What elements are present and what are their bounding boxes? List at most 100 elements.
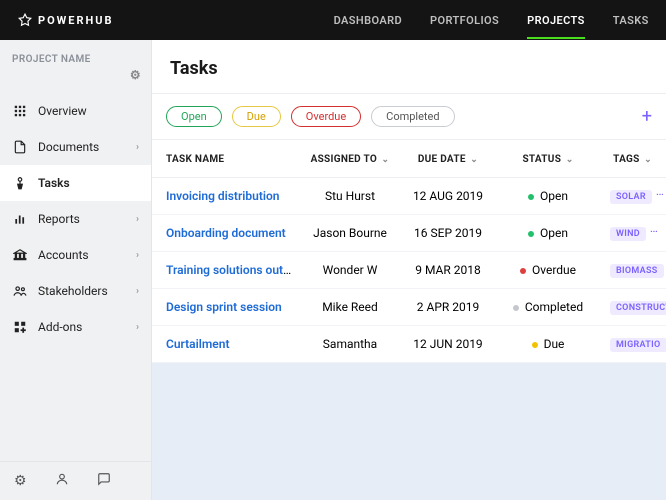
cell-status: Open xyxy=(498,215,598,252)
filter-overdue[interactable]: Overdue xyxy=(291,106,361,127)
topnav-portfolios[interactable]: PORTFOLIOS xyxy=(430,2,499,39)
sidebar-item-label: Tasks xyxy=(38,176,70,190)
tag-badge: MIGRATIO xyxy=(610,338,666,352)
task-link[interactable]: Onboarding document xyxy=(166,226,286,240)
cell-tags: CONSTRUCT xyxy=(598,289,666,326)
top-nav: DASHBOARD PORTFOLIOS PROJECTS TASKS xyxy=(114,2,649,39)
bank-icon xyxy=(12,247,28,263)
tag-badge: CONSTRUCT xyxy=(610,301,666,315)
topbar: POWERHUB DASHBOARD PORTFOLIOS PROJECTS T… xyxy=(0,0,666,40)
col-status[interactable]: STATUS ⌄ xyxy=(498,140,598,178)
sidebar-item-reports[interactable]: Reports › xyxy=(0,201,151,237)
document-icon xyxy=(12,139,28,155)
add-task-button[interactable]: + xyxy=(642,108,652,126)
sidebar-item-label: Overview xyxy=(38,104,87,118)
brand-text: POWERHUB xyxy=(38,14,114,27)
chevron-down-icon: ⌄ xyxy=(379,155,389,165)
chat-icon[interactable] xyxy=(97,472,111,490)
table-row[interactable]: Design sprint session Mike Reed2 APR 2019… xyxy=(152,289,666,326)
task-link[interactable]: Training solutions outsou… xyxy=(166,263,302,277)
sidebar-item-accounts[interactable]: Accounts › xyxy=(0,237,151,273)
sidebar: PROJECT NAME ⚙ Overview Documents › Task… xyxy=(0,40,152,500)
cell-assigned: Mike Reed xyxy=(302,289,398,326)
status-dot xyxy=(528,194,534,200)
sidebar-footer: ⚙ xyxy=(0,461,151,500)
task-link[interactable]: Design sprint session xyxy=(166,300,282,314)
topnav-projects[interactable]: PROJECTS xyxy=(527,2,585,39)
col-assigned[interactable]: ASSIGNED TO ⌄ xyxy=(302,140,398,178)
status-dot xyxy=(520,268,526,274)
pin-icon xyxy=(12,175,28,191)
status-dot xyxy=(528,231,534,237)
cell-due: 16 SEP 2019 xyxy=(398,215,498,252)
logo-icon xyxy=(18,13,32,27)
cell-task-name: Curtailment xyxy=(152,326,302,363)
addons-icon xyxy=(12,319,28,335)
filter-completed[interactable]: Completed xyxy=(371,106,454,127)
sidebar-nav: Overview Documents › Tasks Reports › Acc… xyxy=(0,93,151,345)
topnav-dashboard[interactable]: DASHBOARD xyxy=(334,2,402,39)
chevron-right-icon: › xyxy=(136,322,139,333)
table-wrap: TASK NAME ASSIGNED TO ⌄ DUE DATE ⌄ STATU… xyxy=(152,140,666,500)
sidebar-item-overview[interactable]: Overview xyxy=(0,93,151,129)
chevron-right-icon: › xyxy=(136,286,139,297)
gear-icon[interactable]: ⚙ xyxy=(130,68,141,82)
grid-icon xyxy=(12,103,28,119)
user-icon[interactable] xyxy=(55,472,69,490)
col-task-name[interactable]: TASK NAME xyxy=(152,140,302,178)
cell-status: Completed xyxy=(498,289,598,326)
cell-due: 2 APR 2019 xyxy=(398,289,498,326)
page-title: Tasks xyxy=(152,40,666,94)
table-row[interactable]: Onboarding document Jason Bourne16 SEP 20… xyxy=(152,215,666,252)
sidebar-item-label: Documents xyxy=(38,140,99,154)
chart-icon xyxy=(12,211,28,227)
content: Tasks Open Due Overdue Completed + TASK … xyxy=(152,40,666,500)
tasks-table: TASK NAME ASSIGNED TO ⌄ DUE DATE ⌄ STATU… xyxy=(152,140,666,363)
settings-icon[interactable]: ⚙ xyxy=(14,473,27,489)
cell-status: Open xyxy=(498,178,598,215)
sidebar-item-label: Add-ons xyxy=(38,320,82,334)
sidebar-item-label: Stakeholders xyxy=(38,284,108,298)
sidebar-item-stakeholders[interactable]: Stakeholders › xyxy=(0,273,151,309)
filter-due[interactable]: Due xyxy=(232,106,281,127)
tag-badge: BIOMASS xyxy=(610,264,664,278)
chevron-right-icon: › xyxy=(136,142,139,153)
task-link[interactable]: Invoicing distribution xyxy=(166,189,279,203)
tag-badge: SOLAR xyxy=(610,190,652,204)
filter-open[interactable]: Open xyxy=(166,106,222,127)
chevron-right-icon: › xyxy=(136,214,139,225)
sidebar-item-tasks[interactable]: Tasks xyxy=(0,165,151,201)
cell-assigned: Stu Hurst xyxy=(302,178,398,215)
tag-badge: WIND xyxy=(610,227,646,241)
cell-assigned: Jason Bourne xyxy=(302,215,398,252)
col-due[interactable]: DUE DATE ⌄ xyxy=(398,140,498,178)
brand-logo: POWERHUB xyxy=(18,13,114,27)
col-tags[interactable]: TAGS ⌄ xyxy=(598,140,666,178)
cell-due: 9 MAR 2018 xyxy=(398,252,498,289)
people-icon xyxy=(12,283,28,299)
status-dot xyxy=(532,342,538,348)
topnav-tasks[interactable]: TASKS xyxy=(613,2,649,39)
chevron-down-icon: ⌄ xyxy=(468,155,478,165)
sidebar-item-addons[interactable]: Add-ons › xyxy=(0,309,151,345)
project-label-text: PROJECT NAME xyxy=(12,54,91,65)
cell-task-name: Training solutions outsou… xyxy=(152,252,302,289)
table-row[interactable]: Invoicing distribution Stu Hurst12 AUG 20… xyxy=(152,178,666,215)
cell-tags: SOLARD xyxy=(598,178,666,215)
cell-assigned: Wonder W xyxy=(302,252,398,289)
sidebar-item-label: Reports xyxy=(38,212,80,226)
status-dot xyxy=(513,305,519,311)
table-row[interactable]: Training solutions outsou…Wonder W9 MAR … xyxy=(152,252,666,289)
cell-due: 12 AUG 2019 xyxy=(398,178,498,215)
cell-due: 12 JUN 2019 xyxy=(398,326,498,363)
chevron-down-icon: ⌄ xyxy=(563,155,573,165)
sidebar-item-documents[interactable]: Documents › xyxy=(0,129,151,165)
cell-task-name: Design sprint session xyxy=(152,289,302,326)
table-row[interactable]: CurtailmentSamantha12 JUN 2019DueMIGRATI… xyxy=(152,326,666,363)
task-link[interactable]: Curtailment xyxy=(166,337,229,351)
cell-tags: BIOMASSP xyxy=(598,252,666,289)
chevron-down-icon: ⌄ xyxy=(642,155,652,165)
cell-task-name: Invoicing distribution xyxy=(152,178,302,215)
sidebar-item-label: Accounts xyxy=(38,248,89,262)
cell-assigned: Samantha xyxy=(302,326,398,363)
